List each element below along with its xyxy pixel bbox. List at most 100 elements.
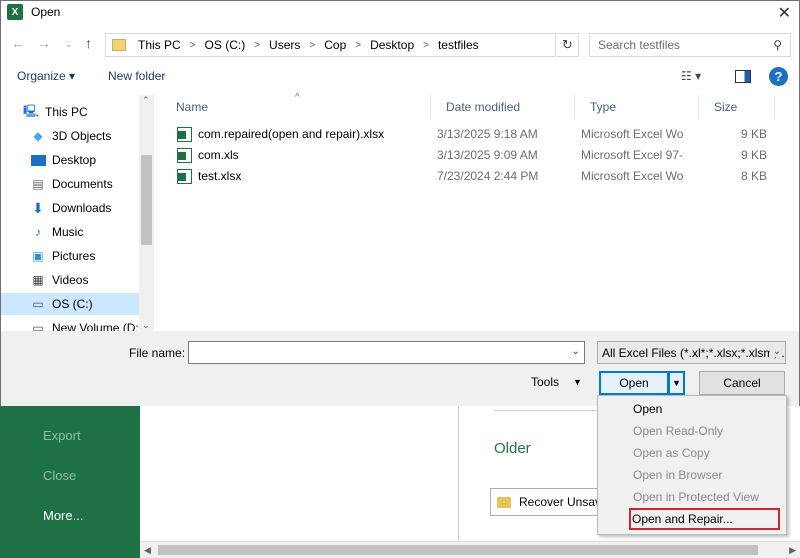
scroll-up-icon[interactable]: ⌃ — [142, 95, 150, 106]
file-size: 9 KB — [740, 148, 767, 162]
nav-item-downloads[interactable]: ⬇ Downloads — [1, 197, 139, 219]
chevron-right-icon[interactable]: > — [423, 40, 429, 51]
nav-label: Documents — [52, 177, 113, 191]
nav-label: Desktop — [52, 153, 97, 167]
forward-arrow-icon[interactable]: → — [37, 35, 51, 51]
scroll-left-icon[interactable]: ◀ — [144, 545, 151, 556]
backstage-close[interactable]: Close — [43, 468, 76, 483]
horizontal-scrollbar[interactable]: ◀ ▶ — [140, 541, 800, 558]
file-name-input[interactable]: ⌄ — [188, 341, 585, 364]
recent-locations-icon[interactable]: ⌄ — [65, 39, 73, 50]
column-header-name[interactable]: Name — [161, 95, 431, 119]
open-button[interactable]: Open — [599, 371, 669, 395]
nav-item-3d-objects[interactable]: ◆ 3D Objects — [1, 125, 139, 147]
menu-item-open-as-copy[interactable]: Open as Copy — [598, 442, 786, 464]
scroll-right-icon[interactable]: ▶ — [789, 545, 796, 556]
column-header-type[interactable]: Type — [575, 95, 699, 119]
address-bar[interactable]: This PC > OS (C:) > Users > Cop > Desktop > t… — [105, 33, 556, 57]
file-row[interactable]: test.xlsx 7/23/2024 2:44 PM Microsoft Ex… — [161, 166, 781, 187]
scroll-down-icon[interactable]: ⌄ — [142, 320, 150, 331]
menu-item-open-protected-view[interactable]: Open in Protected View — [598, 486, 786, 508]
file-size: 9 KB — [740, 127, 767, 141]
drive-icon: ▭ — [32, 297, 44, 311]
nav-label: Downloads — [52, 201, 112, 215]
cancel-button[interactable]: Cancel — [699, 371, 785, 395]
nav-item-pictures[interactable]: ▣ Pictures — [1, 245, 139, 267]
menu-item-open-and-repair[interactable]: Open and Repair... — [629, 508, 780, 530]
folder-icon — [497, 496, 511, 508]
video-icon: ▦ — [32, 273, 44, 287]
nav-item-desktop[interactable]: Desktop — [1, 149, 139, 171]
excel-file-icon — [177, 127, 192, 142]
address-row: ← → ⌄ ↑ This PC > OS (C:) > Users > Cop > De… — [1, 31, 799, 57]
menu-label: Open and Repair... — [632, 512, 733, 526]
backstage-divider — [458, 405, 459, 541]
nav-item-videos[interactable]: ▦ Videos — [1, 269, 139, 291]
chevron-right-icon[interactable]: > — [309, 40, 315, 51]
nav-scrollbar[interactable]: ⌃ ⌄ — [139, 95, 154, 331]
column-header-date[interactable]: Date modified — [431, 95, 575, 119]
breadcrumb-this-pc[interactable]: This PC — [138, 38, 181, 52]
refresh-icon: ↻ — [562, 37, 573, 52]
column-header-size[interactable]: Size — [699, 95, 775, 119]
nav-label: Music — [52, 225, 84, 239]
breadcrumb-users[interactable]: Users — [269, 38, 300, 52]
chevron-right-icon[interactable]: > — [190, 40, 196, 51]
nav-label: New Volume (D:) — [52, 321, 143, 331]
chevron-right-icon[interactable]: > — [254, 40, 260, 51]
file-name: test.xlsx — [198, 169, 242, 183]
scroll-thumb[interactable] — [141, 155, 152, 245]
nav-item-os-c[interactable]: ▭ OS (C:) — [1, 293, 139, 315]
music-icon: ♪ — [35, 225, 41, 239]
nav-item-this-pc[interactable]: 🖳 This PC — [1, 101, 139, 123]
breadcrumb-os-c[interactable]: OS (C:) — [205, 38, 246, 52]
caret-down-icon[interactable]: ▼ — [573, 377, 582, 387]
file-size: 8 KB — [740, 169, 767, 183]
chevron-right-icon[interactable]: > — [355, 40, 361, 51]
menu-label: Open in Protected View — [633, 490, 759, 504]
file-name: com.xls — [198, 148, 239, 162]
open-options-button[interactable]: ▼ — [669, 371, 685, 395]
open-label: Open — [619, 376, 649, 390]
menu-item-open[interactable]: Open — [598, 398, 786, 420]
file-row[interactable]: com.xls 3/13/2025 9:09 AM Microsoft Exce… — [161, 145, 781, 166]
help-icon[interactable]: ? — [769, 67, 788, 86]
view-options-icon[interactable]: ☷ ▾ — [681, 69, 701, 83]
picture-icon: ▣ — [32, 249, 44, 263]
chevron-down-icon[interactable]: ⌄ — [769, 346, 781, 357]
file-type-select[interactable]: All Excel Files (*.xl*;*.xlsx;*.xlsm;*.x… — [597, 341, 786, 364]
refresh-button[interactable]: ↻ — [557, 33, 579, 57]
caret-down-icon: ▼ — [672, 378, 681, 388]
excel-file-icon — [177, 169, 192, 184]
preview-pane-icon[interactable] — [735, 70, 751, 83]
scroll-thumb[interactable] — [158, 545, 758, 555]
recover-unsaved-button[interactable]: Recover Unsaved Workbooks — [490, 488, 600, 516]
close-icon[interactable]: ✕ — [778, 3, 791, 23]
column-label: Type — [590, 100, 617, 114]
file-type: Microsoft Excel Worksheet — [581, 169, 684, 183]
chevron-down-icon[interactable]: ⌄ — [572, 346, 580, 357]
column-label: Name — [176, 100, 209, 114]
nav-item-music[interactable]: ♪ Music — [1, 221, 139, 243]
new-folder-button[interactable]: New folder — [108, 69, 165, 83]
up-arrow-icon[interactable]: ↑ — [85, 35, 92, 51]
backstage-more[interactable]: More... — [43, 508, 83, 523]
breadcrumb-testfiles[interactable]: testfiles — [438, 38, 479, 52]
breadcrumb-cop[interactable]: Cop — [324, 38, 346, 52]
file-name-label: File name: — [129, 346, 186, 360]
menu-item-open-in-browser[interactable]: Open in Browser — [598, 464, 786, 486]
nav-item-new-volume-d[interactable]: ▭ New Volume (D:) — [1, 317, 142, 331]
older-heading: Older — [494, 440, 531, 457]
organize-button[interactable]: Organize ▾ — [17, 69, 75, 83]
tools-button[interactable]: Tools — [531, 375, 559, 389]
back-arrow-icon[interactable]: ← — [11, 35, 25, 51]
column-label: Date modified — [446, 100, 521, 114]
nav-item-documents[interactable]: ▤ Documents — [1, 173, 139, 195]
recover-label: Recover Unsaved Workbooks — [519, 495, 600, 509]
file-date: 3/13/2025 9:09 AM — [437, 148, 538, 162]
menu-item-open-read-only[interactable]: Open Read-Only — [598, 420, 786, 442]
search-input[interactable]: Search testfiles ⚲ — [589, 33, 791, 57]
backstage-export[interactable]: Export — [43, 428, 81, 443]
breadcrumb-desktop[interactable]: Desktop — [370, 38, 414, 52]
file-row[interactable]: com.repaired(open and repair).xlsx 3/13/… — [161, 124, 781, 145]
